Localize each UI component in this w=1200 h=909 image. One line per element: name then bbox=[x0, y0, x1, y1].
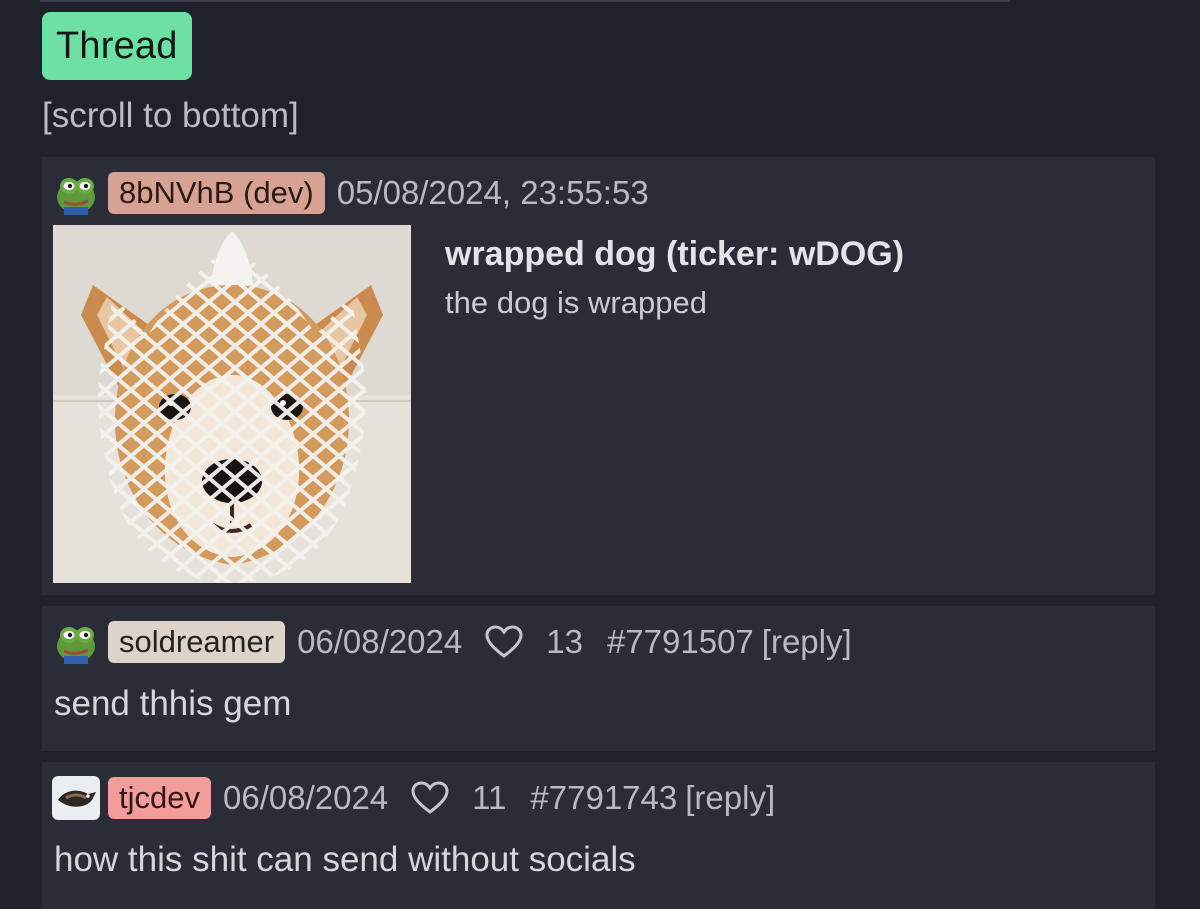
scroll-to-bottom-link[interactable]: [scroll to bottom] bbox=[42, 96, 299, 136]
post-id[interactable]: #7791743 bbox=[530, 779, 677, 817]
post-meta: 8bNVhB (dev) 05/08/2024, 23:55:53 bbox=[52, 171, 649, 215]
heart-icon[interactable] bbox=[410, 780, 450, 816]
thread-tab[interactable]: Thread bbox=[42, 12, 192, 80]
op-date: 05/08/2024, 23:55:53 bbox=[336, 174, 649, 211]
shiba-dog-image bbox=[53, 225, 411, 583]
heart-icon[interactable] bbox=[484, 624, 524, 660]
reply-username[interactable]: tjcdev bbox=[108, 777, 211, 819]
reply-meta: soldreamer 06/08/2024 13 #7791507 [reply… bbox=[52, 620, 852, 664]
reply-card: soldreamer 06/08/2024 13 #7791507 [reply… bbox=[42, 606, 1155, 751]
frog-avatar-icon[interactable] bbox=[52, 620, 100, 664]
reply-username[interactable]: soldreamer bbox=[108, 621, 286, 663]
original-post-card: 8bNVhB (dev) 05/08/2024, 23:55:53 wrappe… bbox=[42, 157, 1155, 595]
reply-card: tjcdev 06/08/2024 11 #7791743 [reply] ho… bbox=[42, 762, 1155, 909]
bird-avatar-icon[interactable] bbox=[52, 776, 100, 820]
reply-text: send thhis gem bbox=[54, 684, 292, 723]
reply-meta: tjcdev 06/08/2024 11 #7791743 [reply] bbox=[52, 776, 775, 820]
top-divider bbox=[40, 0, 1010, 2]
reply-text: how this shit can send without socials bbox=[54, 840, 636, 879]
thread-page: Thread [scroll to bottom] 8bNVhB (dev) 0… bbox=[0, 0, 1200, 909]
like-count: 11 bbox=[472, 779, 507, 816]
reply-date: 06/08/2024 bbox=[222, 779, 389, 816]
op-username[interactable]: 8bNVhB (dev) bbox=[108, 172, 325, 214]
post-id[interactable]: #7791507 bbox=[607, 623, 754, 661]
token-title: wrapped dog (ticker: wDOG) bbox=[445, 235, 905, 273]
reply-button[interactable]: [reply] bbox=[685, 779, 775, 817]
token-description: the dog is wrapped bbox=[445, 285, 707, 320]
reply-button[interactable]: [reply] bbox=[762, 623, 852, 661]
reply-date: 06/08/2024 bbox=[297, 623, 463, 660]
token-image bbox=[53, 225, 411, 583]
frog-avatar-icon[interactable] bbox=[52, 171, 100, 215]
like-count: 13 bbox=[546, 623, 583, 660]
